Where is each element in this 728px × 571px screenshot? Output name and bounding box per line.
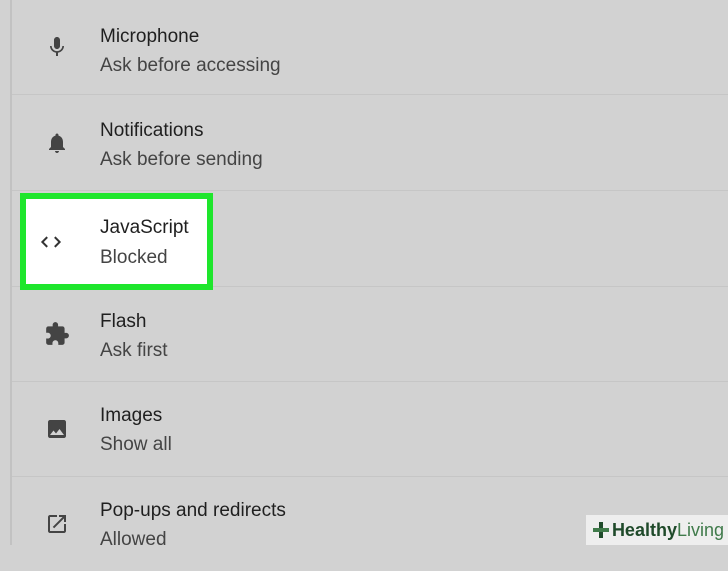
javascript-highlight-box[interactable]: JavaScript Blocked bbox=[20, 193, 213, 290]
settings-row-title: Pop-ups and redirects bbox=[100, 500, 286, 521]
settings-row-flash[interactable]: Flash Ask first bbox=[12, 287, 728, 382]
watermark-logo: Healthy Living bbox=[585, 515, 728, 545]
settings-row-title: JavaScript bbox=[100, 217, 189, 238]
code-icon bbox=[36, 227, 66, 257]
puzzle-piece-icon bbox=[42, 319, 72, 349]
watermark-brand-part1: Healthy bbox=[611, 519, 677, 540]
microphone-icon bbox=[42, 32, 72, 62]
settings-row-status: Ask before accessing bbox=[100, 55, 281, 76]
settings-row-title: Images bbox=[100, 405, 163, 426]
image-icon bbox=[42, 414, 72, 444]
external-link-icon bbox=[42, 509, 72, 539]
bell-icon bbox=[42, 128, 72, 158]
settings-row-images[interactable]: Images Show all bbox=[12, 382, 728, 477]
settings-row-status: Blocked bbox=[100, 247, 168, 268]
settings-row-title: Notifications bbox=[100, 120, 204, 141]
settings-row-status: Show all bbox=[100, 434, 172, 455]
watermark-brand-part2: Living bbox=[676, 519, 724, 540]
settings-row-status: Allowed bbox=[100, 529, 167, 550]
settings-row-status: Ask first bbox=[100, 340, 168, 361]
plus-logo-icon bbox=[592, 521, 610, 539]
settings-row-status: Ask before sending bbox=[100, 149, 263, 170]
settings-row-microphone[interactable]: Microphone Ask before accessing bbox=[12, 0, 728, 95]
settings-row-title: Flash bbox=[100, 311, 147, 332]
settings-row-notifications[interactable]: Notifications Ask before sending bbox=[12, 96, 728, 191]
settings-row-title: Microphone bbox=[100, 26, 200, 47]
